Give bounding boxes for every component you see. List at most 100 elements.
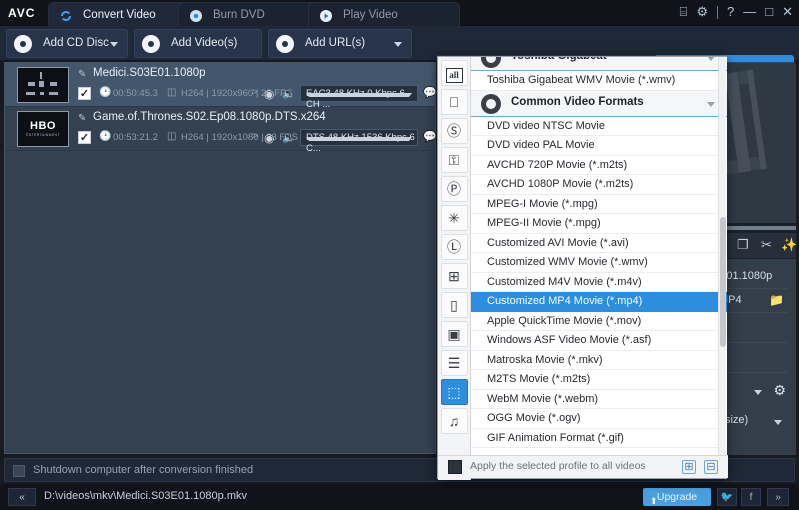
profile-list-item[interactable]: AVCHD 1080P Movie (*.m2ts) [471,175,727,195]
apply-all-checkbox[interactable] [448,460,462,474]
tv-icon[interactable]: ▣ [440,321,468,347]
html5-icon[interactable]: ☰ [440,350,468,376]
group-icon [481,57,501,68]
tab-play-video[interactable]: Play Video [308,2,460,26]
collapse-button[interactable]: « [8,488,36,506]
profile-list-item[interactable]: Customized AVI Movie (*.avi) [471,234,727,253]
audio-formats-icon[interactable]: ♫ [440,408,468,434]
profile-category-sidebar[interactable]: all  Ⓢ ⚿ Ⓟ ✳ Ⓛ ⊞ ▯ ▣ ☰ ⬚ ♫ [438,57,471,480]
video-checkbox[interactable]: ✓ [78,87,91,100]
maximize-icon[interactable]: □ [765,4,773,20]
shutdown-checkbox[interactable] [13,465,25,477]
lg-icon[interactable]: Ⓛ [440,234,468,260]
android-icon[interactable]: ⚿ [440,147,468,173]
chevron-down-icon[interactable] [707,57,715,61]
remove-profile-icon[interactable]: ⊟ [704,460,718,474]
tab-burn-dvd[interactable]: Burn DVD [178,2,322,26]
edit-pencil-icon[interactable]: ✎ [78,113,86,124]
add-cd-disc-label: Add CD Disc [43,37,109,49]
chevron-down-icon[interactable] [754,390,762,395]
chevron-down-icon[interactable] [774,420,782,425]
audio-track-select[interactable]: EAC3 48 KHz 0 Kbps 6 CH ... [300,85,418,110]
profile-list-item[interactable]: Customized M4V Movie (*.m4v) [471,273,727,292]
cut-icon[interactable]: ✂ [761,237,772,253]
speaker-icon[interactable]: 🔈 [282,87,296,100]
profile-list-item[interactable]: Customized MP4 Movie (*.mp4) [471,292,727,312]
android-samsung-icon[interactable]: Ⓢ [440,118,468,144]
edit-pencil-icon[interactable]: ✎ [78,69,86,80]
table-row[interactable]: HBO ENTERTAINMENT ✎ Game.of.Thrones.S02.… [5,107,437,154]
subtitle-icon[interactable]: ◉ [264,131,274,145]
comment-icon[interactable]: 💬 [423,86,437,99]
profile-list-item[interactable]: Apple QuickTime Movie (*.mov) [471,312,727,331]
add-videos-button[interactable]: Add Video(s) [134,29,262,58]
video-list[interactable]: ✎ Medici.S03E01.1080p ✓ 🕑 00:50:45.3 ◫ H… [4,62,437,454]
effects-icon[interactable]: ✨ [781,237,797,253]
profile-list-item[interactable]: M2TS Movie (*.m2ts) [471,370,727,390]
table-row[interactable]: ✎ Medici.S03E01.1080p ✓ 🕑 00:50:45.3 ◫ H… [5,63,437,110]
profile-list-item[interactable]: MPEG-II Movie (*.mpg) [471,214,727,234]
audio-track-select[interactable]: DTS 48 KHz 1536 Kbps 6 C... [300,129,418,154]
notes-icon[interactable]: ⌸ [680,4,688,20]
clock-icon: 🕑 [99,87,112,98]
profile-list-item[interactable]: Windows ASF Video Movie (*.asf) [471,331,727,351]
profile-list-item[interactable]: Toshiba Gigabeat WMV Movie (*.wmv) [471,71,727,91]
profile-list-item[interactable]: GIF Animation Format (*.gif) [471,429,727,448]
more-icon[interactable]: » [767,488,789,506]
chevron-down-icon[interactable] [394,42,402,47]
profile-group-header[interactable]: Toshiba Gigabeat [471,57,727,71]
title-bar: AVC Convert Video Burn DVD Play Video ⌸ … [0,0,799,26]
scrollbar[interactable] [718,57,726,457]
divider [717,5,718,19]
crop-icon[interactable]: ❐ [737,237,749,253]
profile-list-item[interactable]: AVCHD 720P Movie (*.m2ts) [471,156,727,175]
chevron-down-icon[interactable] [306,93,412,97]
gear-icon[interactable]: ⚙ [773,382,786,399]
upgrade-button[interactable]: ⬆ Upgrade [643,488,711,506]
help-icon[interactable]: ? [727,4,734,20]
file-path: D:\videos\mkv\Medici.S03E01.1080p.mkv [44,490,247,502]
expand-icon[interactable]: > [252,131,258,142]
add-urls-button[interactable]: Add URL(s) [268,29,412,58]
apple-icon[interactable]:  [440,89,468,115]
profile-list-item[interactable]: WebM Movie (*.webm) [471,390,727,409]
chevron-down-icon[interactable] [306,137,412,141]
add-profile-icon[interactable]: ⊞ [682,460,696,474]
facebook-icon[interactable]: f [741,488,761,506]
profile-dropdown-menu[interactable]: all  Ⓢ ⚿ Ⓟ ✳ Ⓛ ⊞ ▯ ▣ ☰ ⬚ ♫ Toshiba GigabeatToshiba … [437,56,728,480]
video-formats-icon[interactable]: ⬚ [440,379,468,405]
mobile-icon[interactable]: ▯ [440,292,468,318]
profile-list-item[interactable]: DVD video NTSC Movie [471,117,727,136]
video-duration: 00:50:45.3 [113,88,158,99]
all-formats-icon[interactable]: all [440,60,468,86]
profile-list-item[interactable]: Matroska Movie (*.mkv) [471,351,727,370]
speaker-icon[interactable]: 🔈 [282,131,296,144]
windows-icon[interactable]: ⊞ [440,263,468,289]
expand-icon[interactable]: > [252,87,258,98]
gear-icon[interactable]: ⚙ [696,4,708,20]
add-urls-label: Add URL(s) [305,37,366,49]
subtitle-icon[interactable]: ◉ [264,87,274,101]
huawei-icon[interactable]: ✳ [440,205,468,231]
folder-icon[interactable]: 📁 [769,293,784,307]
video-checkbox[interactable]: ✓ [78,131,91,144]
minimize-icon[interactable]: — [743,4,756,20]
profile-list-item[interactable]: MPEG-I Movie (*.mpg) [471,195,727,214]
clock-icon: 🕑 [99,131,112,142]
comment-icon[interactable]: 💬 [423,130,437,143]
scrollbar-thumb[interactable] [720,217,726,347]
playstation-icon[interactable]: Ⓟ [440,176,468,202]
profile-list-item[interactable]: OGG Movie (*.ogv) [471,409,727,429]
add-cd-disc-button[interactable]: Add CD Disc [6,29,128,58]
tab-play-video-label: Play Video [343,9,398,21]
profile-list[interactable]: Toshiba Gigabeat Toshiba Gigabeat WMV Mov… [471,57,727,457]
chevron-down-icon[interactable] [110,42,118,47]
tab-convert-video[interactable]: Convert Video [48,2,192,26]
tab-burn-dvd-label: Burn DVD [213,9,265,21]
chevron-down-icon[interactable] [707,101,715,107]
profile-group-header[interactable]: Common Video Formats [471,90,727,117]
profile-list-item[interactable]: DVD video PAL Movie [471,136,727,156]
twitter-icon[interactable]: 🐦 [717,488,737,506]
close-icon[interactable]: ✕ [782,4,793,20]
profile-list-item[interactable]: Customized WMV Movie (*.wmv) [471,253,727,273]
